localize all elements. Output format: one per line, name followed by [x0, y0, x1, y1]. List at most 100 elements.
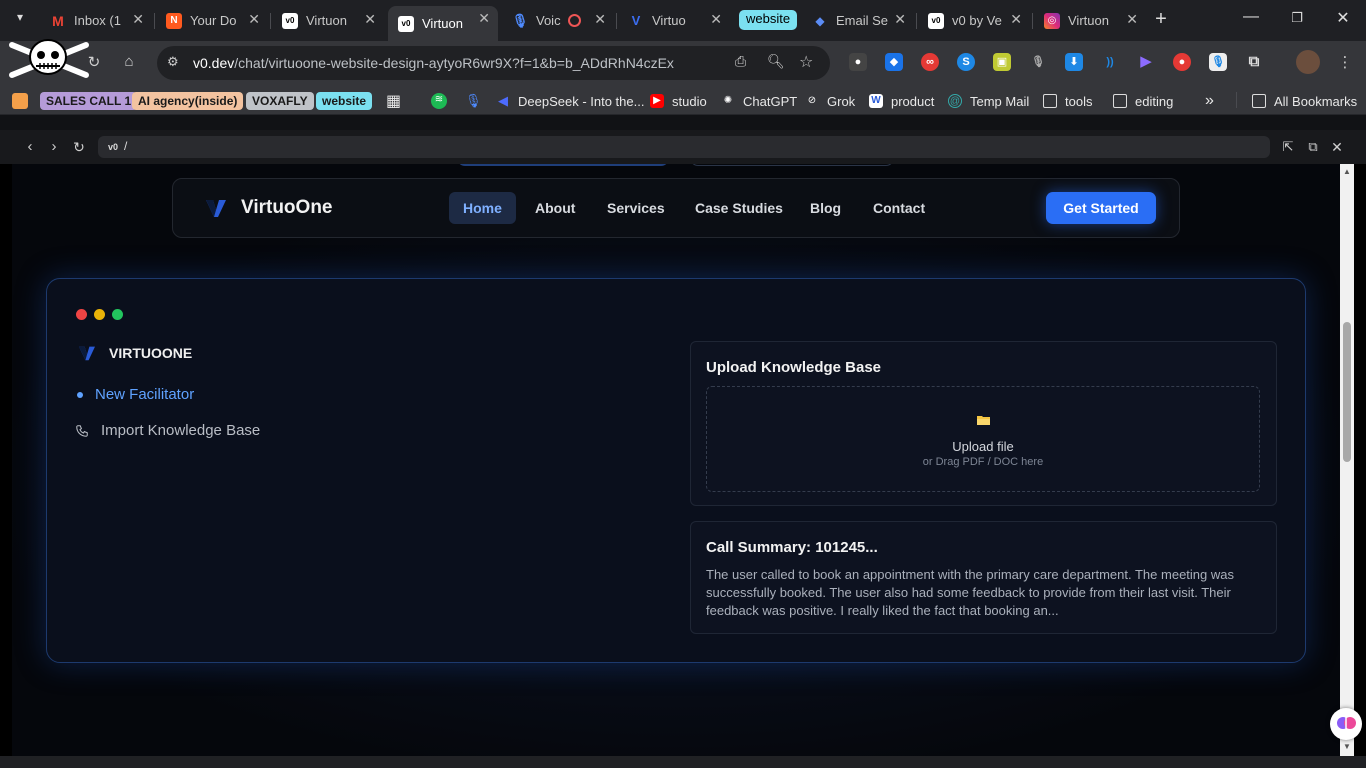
extension-shield-icon[interactable]: ◆ [885, 53, 903, 71]
file-drop-zone[interactable]: Upload file or Drag PDF / DOC here [706, 386, 1260, 492]
nav-contact[interactable]: Contact [859, 192, 939, 224]
site-brand[interactable]: VirtuoOne [205, 197, 333, 219]
home-icon[interactable]: ⌂ [119, 52, 139, 72]
close-icon[interactable]: ✕ [478, 10, 490, 27]
minimize-icon[interactable]: — [1241, 8, 1261, 26]
reload-icon[interactable]: ↻ [84, 53, 104, 73]
nav-blog[interactable]: Blog [796, 192, 855, 224]
select-element-icon[interactable]: ⇱ [1278, 137, 1298, 157]
profile-avatar[interactable] [1296, 50, 1320, 74]
mic-icon: 🎙 [465, 93, 482, 108]
bookmark-spotify[interactable]: ≋ [431, 91, 455, 111]
restore-icon[interactable]: ❐ [1287, 10, 1307, 26]
bookmark-chatgpt[interactable]: ✺ ChatGPT [721, 91, 797, 111]
scroll-up-icon[interactable]: ▲ [1343, 167, 1351, 176]
close-icon[interactable]: ✕ [132, 11, 144, 28]
bookmark-grok[interactable]: ⊘ Grok [805, 91, 855, 111]
extension-play-icon[interactable]: ▶ [1137, 53, 1155, 71]
nav-about[interactable]: About [521, 192, 589, 224]
assistant-bubble[interactable] [1330, 708, 1362, 740]
nav-case-studies[interactable]: Case Studies [681, 192, 797, 224]
tab-voice[interactable]: 🎙 Voic ✕ [502, 7, 614, 34]
scroll-down-icon[interactable]: ▼ [1343, 742, 1351, 751]
close-icon[interactable]: ✕ [894, 11, 906, 28]
tab-search-icon[interactable]: ▾ [10, 10, 30, 24]
tab-instagram[interactable]: ◎ Virtuon ✕ [1034, 7, 1146, 34]
url-text[interactable]: v0.dev/chat/virtuoone-website-design-ayt… [193, 55, 674, 71]
nav-services[interactable]: Services [593, 192, 679, 224]
tab-v0-virtuoone-active[interactable]: v0 Virtuon ✕ [388, 6, 498, 41]
ghost-button [457, 164, 669, 166]
mic-icon: 🎙 [511, 12, 529, 28]
window-dot-red [76, 309, 87, 320]
page-scrollbar[interactable]: ▲ ▼ [1340, 164, 1354, 756]
extension-record-icon[interactable]: ● [1173, 53, 1191, 71]
window-close-icon[interactable]: ✕ [1333, 8, 1353, 28]
extension-voice-icon[interactable]: 🎙 [1209, 53, 1227, 71]
bookmark-square[interactable] [12, 91, 36, 111]
extension-waves-icon[interactable]: )) [1101, 53, 1119, 71]
tab-v0-vercel[interactable]: v0 v0 by Ve ✕ [918, 7, 1030, 34]
extension-game-icon[interactable]: ▣ [993, 53, 1011, 71]
virtuoone-logo-icon [206, 200, 226, 217]
close-icon[interactable]: ✕ [710, 11, 722, 28]
refresh-icon[interactable]: ↻ [69, 137, 89, 157]
bookmark-label: studio [672, 93, 707, 109]
tab-email[interactable]: ◆ Email Se ✕ [802, 7, 914, 34]
get-started-button[interactable]: Get Started [1046, 192, 1156, 224]
extension-download-icon[interactable]: ⬇ [1065, 53, 1083, 71]
close-icon[interactable]: ✕ [1010, 11, 1022, 28]
extension-infinity-icon[interactable]: ∞ [921, 53, 939, 71]
site-navbar: VirtuoOne Home About Services Case Studi… [172, 178, 1180, 238]
bookmark-folder-editing[interactable]: editing [1113, 91, 1173, 111]
address-bar[interactable]: ⚙ v0.dev/chat/virtuoone-website-design-a… [157, 46, 830, 80]
bookmark-website[interactable]: website [316, 91, 373, 111]
tab-group-website[interactable]: website [739, 10, 798, 30]
browser-menu-icon[interactable]: ⋮ [1335, 53, 1355, 73]
menu-import-knowledge-base[interactable]: Import Knowledge Base [75, 422, 260, 439]
nav-home[interactable]: Home [449, 192, 516, 224]
zoom-icon[interactable]: 🔍︎ [767, 53, 785, 70]
forward-icon[interactable]: › [44, 137, 64, 157]
tab-virtuo[interactable]: V Virtuo ✕ [618, 7, 730, 34]
bookmark-voxafly[interactable]: VOXAFLY [246, 91, 314, 111]
upload-hint: or Drag PDF / DOC here [922, 456, 1044, 468]
close-icon[interactable]: ✕ [364, 11, 376, 28]
apps-grid-icon[interactable]: ▦ [386, 91, 401, 111]
bookmark-temp-mail[interactable]: @ Temp Mail [948, 91, 1029, 111]
gmail-icon: M [52, 12, 64, 29]
bookmark-mic[interactable]: 🎙 [465, 91, 482, 111]
extension-shazam-icon[interactable]: S [957, 53, 975, 71]
summary-title: Call Summary: 101245... [706, 539, 878, 556]
email-icon: ◆ [815, 13, 825, 28]
bookmark-star-icon[interactable]: ☆ [799, 52, 813, 72]
install-app-icon[interactable]: ⎙ [735, 53, 746, 70]
bookmark-sales-call[interactable]: SALES CALL 1 [40, 91, 138, 111]
bookmark-folder-tools[interactable]: tools [1043, 91, 1092, 111]
menu-new-facilitator[interactable]: New Facilitator [77, 386, 194, 403]
tab-docs[interactable]: N Your Do ✕ [156, 7, 268, 34]
new-tab-icon[interactable]: + [1151, 8, 1171, 31]
tab-v0-virtuoone[interactable]: v0 Virtuon ✕ [272, 7, 384, 34]
site-info-icon[interactable]: ⚙ [167, 54, 179, 70]
extensions-puzzle-icon[interactable]: ⧉ [1245, 53, 1263, 71]
bookmark-ai-agency[interactable]: AI agency(inside) [132, 91, 244, 111]
preview-url-field[interactable]: v0/ [98, 136, 1270, 158]
close-icon[interactable]: ✕ [1126, 11, 1138, 28]
back-icon[interactable]: ‹ [20, 137, 40, 157]
close-icon[interactable]: ✕ [248, 11, 260, 28]
scrollbar-thumb[interactable] [1343, 322, 1351, 462]
more-bookmarks-icon[interactable]: » [1205, 91, 1214, 111]
all-bookmarks[interactable]: All Bookmarks [1252, 91, 1357, 111]
tab-gmail[interactable]: M Inbox (1 ✕ [40, 7, 152, 34]
open-external-icon[interactable]: ⧉ [1303, 137, 1323, 157]
divider [0, 115, 1366, 130]
call-summary-panel: Call Summary: 101245... The user called … [690, 521, 1277, 634]
bookmark-product[interactable]: Wproduct [869, 91, 934, 111]
close-preview-icon[interactable]: ✕ [1327, 137, 1347, 157]
extension-mic-icon[interactable]: 🎙 [1029, 53, 1047, 71]
close-icon[interactable]: ✕ [594, 11, 606, 28]
bookmark-deepseek[interactable]: ◀ DeepSeek - Into the... [496, 91, 644, 111]
extension-spy-icon[interactable]: ● [849, 53, 867, 71]
bookmark-studio[interactable]: ▶ studio [650, 91, 707, 111]
